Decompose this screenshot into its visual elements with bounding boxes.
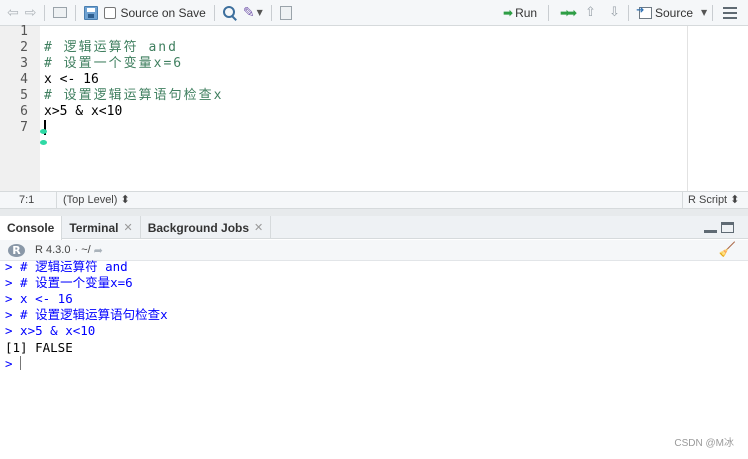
cursor-marker (40, 140, 47, 145)
chevron-down-icon: ▼ (701, 8, 708, 17)
document-outline-button[interactable] (714, 3, 740, 23)
find-replace-button[interactable] (220, 3, 240, 23)
line-number: 1 (20, 24, 28, 39)
forward-arrow-icon[interactable]: ⇨ (22, 3, 40, 23)
r-version: R 4.3.0 (35, 244, 71, 256)
console-line: > # 逻辑运算符 and (5, 259, 128, 274)
magic-wand-icon: ✎ (242, 4, 255, 21)
scope-dropdown[interactable]: (Top Level) ⬍ (56, 192, 130, 208)
tab-terminal[interactable]: Terminal ✕ (62, 216, 141, 239)
line-number-gutter: 1 2 3 4 5 6 7 (0, 24, 40, 191)
tab-console[interactable]: Console (0, 216, 63, 240)
run-label: Run (515, 5, 538, 20)
arrow-up-icon: ⇧ (585, 5, 596, 20)
arrow-down-icon: ⇩ (609, 5, 620, 20)
run-arrow-icon: ➡ (503, 5, 514, 20)
close-icon[interactable]: ✕ (254, 221, 263, 234)
toolbar-divider (628, 4, 629, 21)
console-line: > x>5 & x<10 (5, 323, 96, 338)
rerun-icon: ➡➡ (560, 5, 577, 20)
print-margin (687, 26, 688, 191)
cursor-marker (40, 129, 47, 134)
chevron-down-icon: ▼ (256, 8, 263, 17)
code-line-comment: # 设置一个变量x=6 (44, 56, 184, 71)
line-number: 4 (20, 72, 28, 87)
toolbar-divider (712, 4, 713, 21)
code-line: x>5 & x<10 (44, 104, 123, 119)
toolbar-divider (213, 4, 215, 21)
code-line-comment: # 设置逻辑运算语句检查x (44, 88, 224, 103)
show-in-window-icon[interactable] (50, 3, 70, 23)
source-icon (636, 5, 652, 19)
editor-toolbar: ⇦ ⇨ Source on Save ✎▼ ➡ Run ➡➡ ⇧ ⇩ Sourc… (0, 0, 748, 26)
cursor-position: 7:1 (19, 194, 35, 206)
working-directory[interactable]: · ~/ (74, 244, 90, 256)
minimize-icon[interactable] (704, 222, 717, 233)
line-number: 5 (20, 88, 28, 103)
editor-statusbar: 7:1 (Top Level) ⬍ R Script ⬍ (0, 191, 748, 209)
rerun-button[interactable]: ➡➡ (557, 3, 577, 23)
save-icon (84, 5, 99, 20)
notebook-icon (279, 5, 292, 20)
toolbar-divider (270, 4, 272, 21)
toolbar-divider (44, 4, 46, 21)
tab-background-jobs[interactable]: Background Jobs ✕ (141, 216, 272, 239)
compile-report-button[interactable] (277, 3, 295, 23)
console-output[interactable]: > # 逻辑运算符 and > # 设置一个变量x=6 > x <- 16 > … (0, 259, 748, 459)
console-cursor (20, 356, 21, 370)
close-icon[interactable]: ✕ (123, 221, 132, 234)
code-tools-button[interactable]: ✎ ▼ (240, 3, 266, 23)
save-button[interactable] (81, 3, 101, 23)
watermark: CSDN @M冰 (674, 438, 734, 449)
pane-controls (704, 222, 734, 233)
search-icon (222, 5, 237, 20)
console-line: > x <- 16 (5, 291, 73, 306)
source-button[interactable]: Source ▼ (636, 3, 710, 23)
source-editor[interactable]: 1 2 3 4 5 6 7 # 逻辑运算符 and # 设置一个变量x=6 x … (0, 24, 748, 191)
tab-label: Console (7, 221, 55, 235)
line-number: 2 (20, 40, 28, 55)
back-arrow-icon[interactable]: ⇦ (4, 3, 22, 23)
tab-label: Terminal (69, 220, 119, 235)
outline-icon (723, 7, 737, 19)
source-on-save-toggle[interactable]: Source on Save (101, 3, 208, 23)
go-to-directory-icon[interactable]: ➦ (94, 244, 103, 257)
console-line: > # 设置逻辑运算语句检查x (5, 307, 168, 322)
line-number: 6 (20, 104, 28, 119)
previous-section-button[interactable]: ⇧ (582, 3, 599, 23)
console-tab-bar: Console Terminal ✕ Background Jobs ✕ (0, 216, 748, 240)
line-number: 7 (20, 120, 28, 135)
run-button[interactable]: ➡ Run (500, 3, 540, 23)
console-line: > # 设置一个变量x=6 (5, 275, 133, 290)
tab-label: Background Jobs (147, 220, 250, 235)
pane-splitter[interactable] (0, 209, 748, 216)
maximize-icon[interactable] (721, 222, 734, 233)
source-on-save-checkbox[interactable] (104, 6, 117, 19)
code-line: x <- 16 (44, 72, 99, 87)
clear-console-icon[interactable]: 🧹 (719, 242, 736, 258)
source-label: Source (655, 5, 694, 20)
r-logo-icon: R (8, 243, 25, 257)
file-type-dropdown[interactable]: R Script ⬍ (682, 192, 739, 208)
console-prompt-line[interactable]: > (5, 356, 13, 372)
console-header: R R 4.3.0 · ~/ ➦ 🧹 (0, 240, 748, 261)
console-output-line: [1] FALSE (5, 340, 73, 355)
toolbar-divider (75, 4, 77, 21)
source-on-save-label: Source on Save (120, 5, 206, 20)
toolbar-divider (548, 4, 549, 21)
line-number: 3 (20, 56, 28, 71)
next-section-button[interactable]: ⇩ (606, 3, 623, 23)
code-line-comment: # 逻辑运算符 and (44, 40, 178, 55)
